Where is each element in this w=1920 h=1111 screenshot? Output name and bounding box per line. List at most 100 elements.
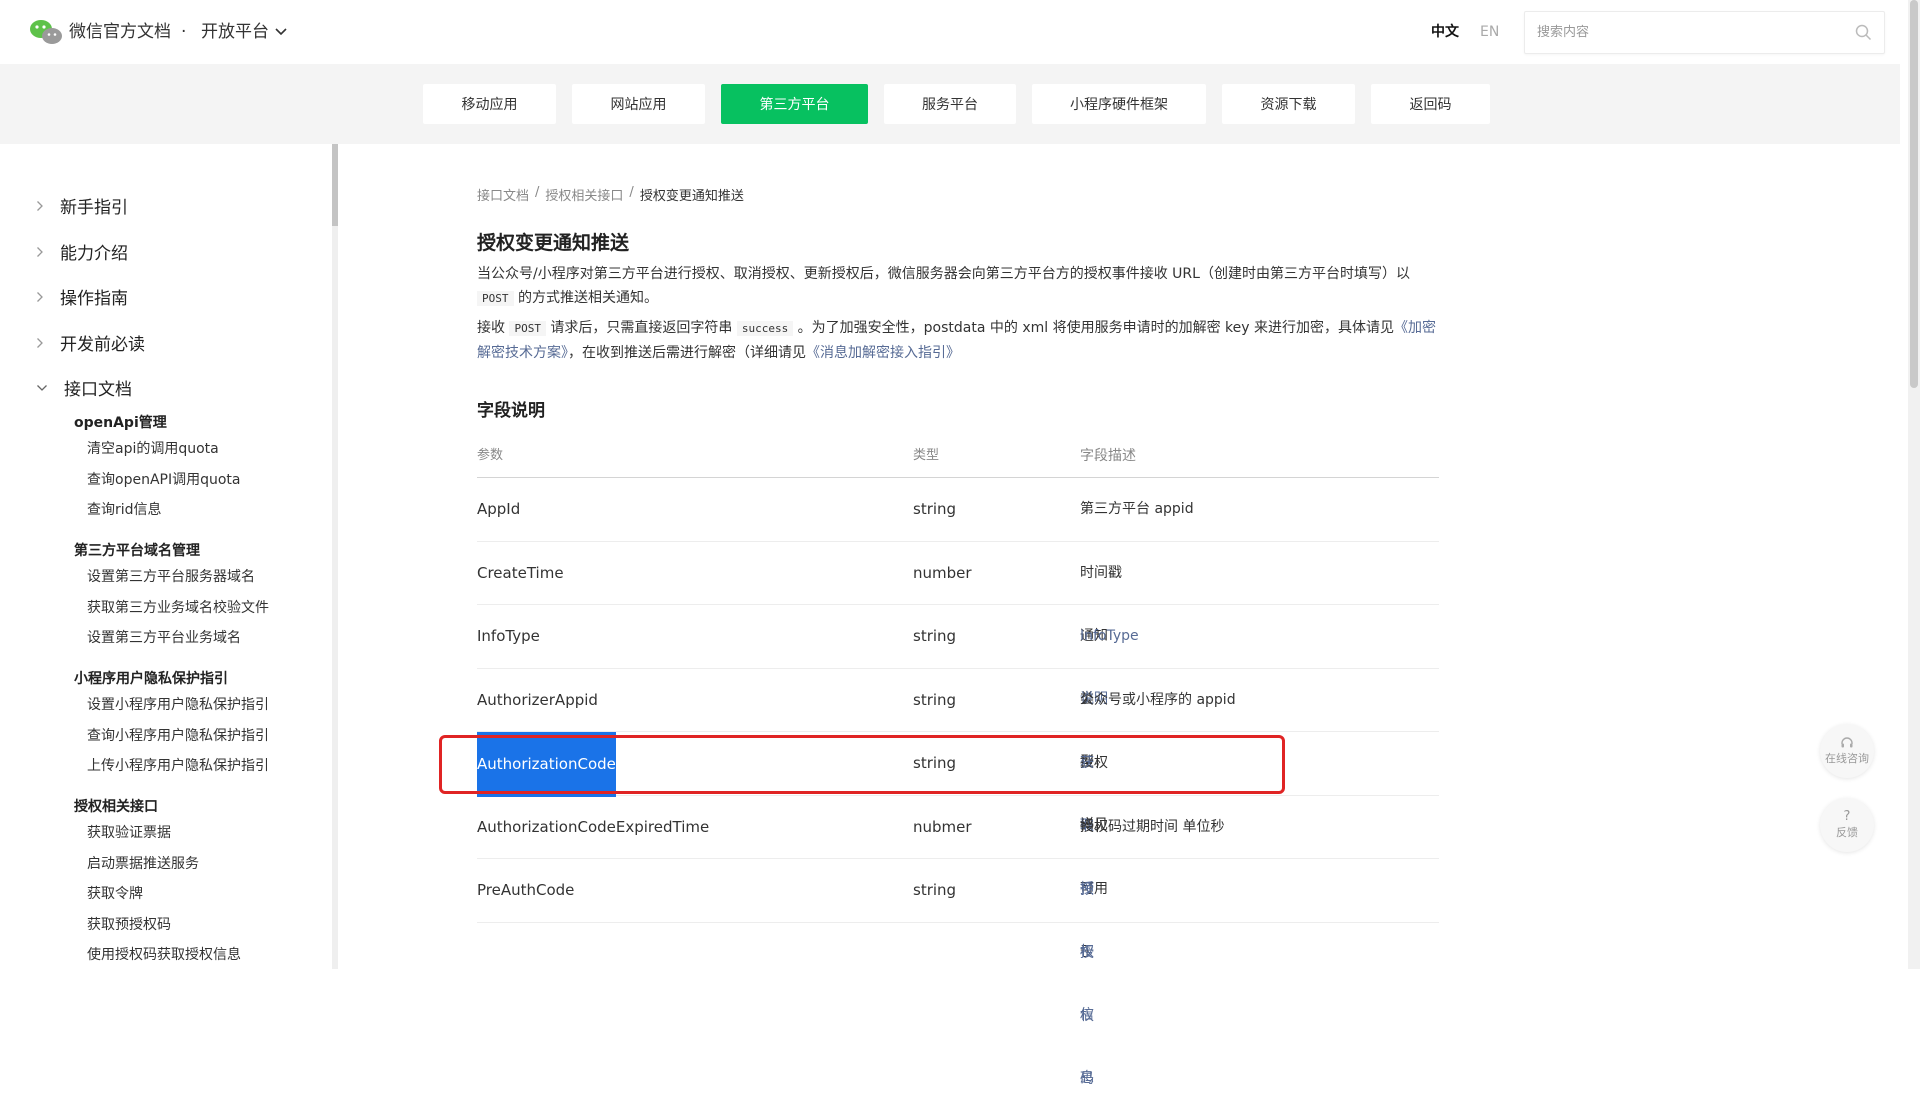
sidebar-section-domain[interactable]: 第三方平台域名管理	[74, 540, 200, 560]
tab-third-party-platform[interactable]: 第三方平台	[721, 84, 868, 124]
sidebar-item-label: 操作指南	[60, 289, 128, 309]
param-cell: AppId	[477, 500, 521, 518]
desc-cell: 公众号或小程序的 appid	[1080, 691, 1236, 708]
tab-mobile-app[interactable]: 移动应用	[423, 84, 556, 124]
type-cell: string	[913, 754, 957, 772]
sidebar-item-beginner-guide[interactable]: 新手指引	[36, 193, 128, 218]
table-row: PreAuthCode string 预授权码	[477, 859, 1439, 1087]
sidebar-link[interactable]: 查询rid信息	[87, 499, 162, 519]
page-scrollbar-thumb[interactable]	[1910, 0, 1918, 388]
search-icon[interactable]	[1855, 24, 1872, 41]
page-scrollbar[interactable]	[1908, 0, 1920, 969]
text: 接收	[477, 320, 505, 336]
table-header: 参数 类型 字段描述	[477, 434, 1439, 478]
sidebar-link[interactable]: 上传小程序用户隐私保护指引	[87, 755, 269, 775]
type-cell: nubmer	[913, 817, 972, 836]
question-icon: ?	[1843, 809, 1851, 824]
type-cell: string	[913, 690, 957, 709]
fields-table: 参数 类型 字段描述 AppId string 第三方平台 appid Crea…	[477, 434, 1439, 1087]
desc-cell: 时间戳	[1080, 564, 1122, 581]
table-row: AuthorizationCode string 授权码，可用于 获取授权信息	[477, 732, 1439, 1086]
sidebar-link[interactable]: 获取预授权码	[87, 914, 171, 934]
sidebar-item-api-docs[interactable]: 接口文档	[36, 375, 132, 400]
search-box	[1524, 11, 1885, 54]
sidebar-scrollbar[interactable]	[332, 144, 338, 969]
desc-cell: 授权码过期时间 单位秒	[1080, 818, 1225, 835]
type-cell: string	[913, 627, 957, 645]
sidebar-item-before-dev[interactable]: 开发前必读	[36, 330, 145, 355]
sidebar-section-authorization[interactable]: 授权相关接口	[74, 796, 158, 816]
sidebar-link[interactable]: 获取第三方业务域名校验文件	[87, 597, 269, 617]
text: 当公众号/小程序对第三方平台进行授权、取消授权、更新授权后，微信服务器会向第三方…	[477, 266, 1410, 282]
wechat-logo-icon[interactable]	[29, 19, 63, 45]
message-encryption-guide-link[interactable]: 《消息加解密接入指引》	[806, 345, 960, 361]
text: 。为了加强安全性，postdata 中的 xml 将使用服务申请时的加解密 ke…	[797, 320, 1395, 336]
table-row: InfoType string 通知类型，详见 InfoType 说明	[477, 605, 1439, 833]
inline-code: POST	[509, 321, 546, 336]
sidebar-item-capabilities[interactable]: 能力介绍	[36, 239, 128, 264]
type-cell: number	[913, 563, 972, 582]
feedback-button[interactable]: ? 反馈	[1820, 798, 1874, 852]
nav-tabs-bar: 移动应用 网站应用 第三方平台 服务平台 小程序硬件框架 资源下载 返回码	[0, 64, 1900, 144]
param-cell: InfoType	[477, 627, 540, 645]
headset-icon	[1841, 737, 1853, 748]
float-button-label: 反馈	[1836, 826, 1858, 839]
chevron-right-icon	[37, 246, 43, 257]
chevron-right-icon	[37, 200, 43, 211]
sidebar-link[interactable]: 查询openAPI调用quota	[87, 469, 240, 489]
sidebar-link[interactable]: 设置小程序用户隐私保护指引	[87, 694, 269, 714]
sidebar-link[interactable]: 设置第三方平台业务域名	[87, 627, 241, 647]
breadcrumb-item[interactable]: 接口文档	[477, 185, 529, 204]
inline-code: POST	[477, 291, 514, 306]
breadcrumb-current: 授权变更通知推送	[639, 189, 744, 204]
breadcrumb-separator: /	[629, 185, 634, 200]
sidebar-section-privacy[interactable]: 小程序用户隐私保护指引	[74, 668, 228, 688]
text: 请求后，只需直接返回字符串	[550, 320, 733, 336]
sidebar-link[interactable]: 设置第三方平台服务器域名	[87, 566, 255, 586]
sidebar-section-openapi[interactable]: openApi管理	[74, 412, 167, 432]
selected-text[interactable]: AuthorizationCode	[477, 732, 616, 797]
sidebar-item-operation-guide[interactable]: 操作指南	[36, 284, 128, 309]
sidebar-item-label: 能力介绍	[60, 244, 128, 264]
float-button-label: 在线咨询	[1825, 752, 1869, 765]
text: ，在收到推送后需进行解密（详细请见	[568, 345, 806, 361]
breadcrumb-item[interactable]: 授权相关接口	[545, 185, 623, 204]
sidebar-link[interactable]: 查询小程序用户隐私保护指引	[87, 725, 269, 745]
column-header: 参数	[477, 448, 504, 463]
lang-en-button[interactable]: EN	[1480, 21, 1499, 43]
desc-cell: 第三方平台 appid	[1080, 501, 1194, 517]
intro-paragraph: 当公众号/小程序对第三方平台进行授权、取消授权、更新授权后，微信服务器会向第三方…	[477, 262, 1439, 311]
search-input[interactable]	[1525, 12, 1845, 53]
pre-auth-code-link[interactable]: 预授权码	[1080, 859, 1094, 1111]
tab-service-platform[interactable]: 服务平台	[884, 84, 1016, 124]
tab-return-codes[interactable]: 返回码	[1371, 84, 1490, 124]
param-cell: AuthorizerAppid	[477, 690, 598, 709]
brand-title[interactable]: 微信官方文档	[69, 19, 171, 45]
tab-website-app[interactable]: 网站应用	[572, 84, 705, 124]
sidebar-link[interactable]: 启动票据推送服务	[87, 853, 199, 873]
breadcrumb: 接口文档 / 授权相关接口 / 授权变更通知推送	[477, 185, 744, 204]
online-consult-button[interactable]: 在线咨询	[1820, 724, 1874, 778]
sidebar-link[interactable]: 获取验证票据	[87, 822, 171, 842]
param-cell: PreAuthCode	[477, 881, 575, 899]
lang-zh-button[interactable]: 中文	[1431, 21, 1459, 43]
sidebar-link[interactable]: 使用授权码获取授权信息	[87, 944, 241, 964]
sidebar-item-label: 接口文档	[64, 380, 132, 400]
chevron-right-icon	[37, 337, 43, 348]
sidebar-link[interactable]: 获取令牌	[87, 883, 143, 903]
top-header: 微信官方文档 · 开放平台 中文 EN	[0, 0, 1900, 64]
column-header: 类型	[913, 448, 940, 463]
param-cell: CreateTime	[477, 563, 564, 582]
security-paragraph: 接收 POST 请求后，只需直接返回字符串 success 。为了加强安全性，p…	[477, 316, 1439, 365]
breadcrumb-separator: /	[535, 185, 540, 200]
sidebar-scrollbar-thumb[interactable]	[332, 144, 338, 226]
sidebar-item-label: 开发前必读	[60, 335, 145, 355]
inline-code: success	[736, 321, 794, 336]
sidebar-link[interactable]: 清空api的调用quota	[87, 438, 219, 458]
tab-resource-download[interactable]: 资源下载	[1222, 84, 1355, 124]
type-cell: string	[913, 500, 957, 518]
platform-dropdown[interactable]: 开放平台	[201, 19, 287, 45]
sidebar: 新手指引 能力介绍 操作指南 开发前必读 接口文档 openApi管理 清空ap…	[0, 144, 338, 969]
type-cell: string	[913, 881, 957, 899]
tab-miniprogram-hardware[interactable]: 小程序硬件框架	[1032, 84, 1206, 124]
